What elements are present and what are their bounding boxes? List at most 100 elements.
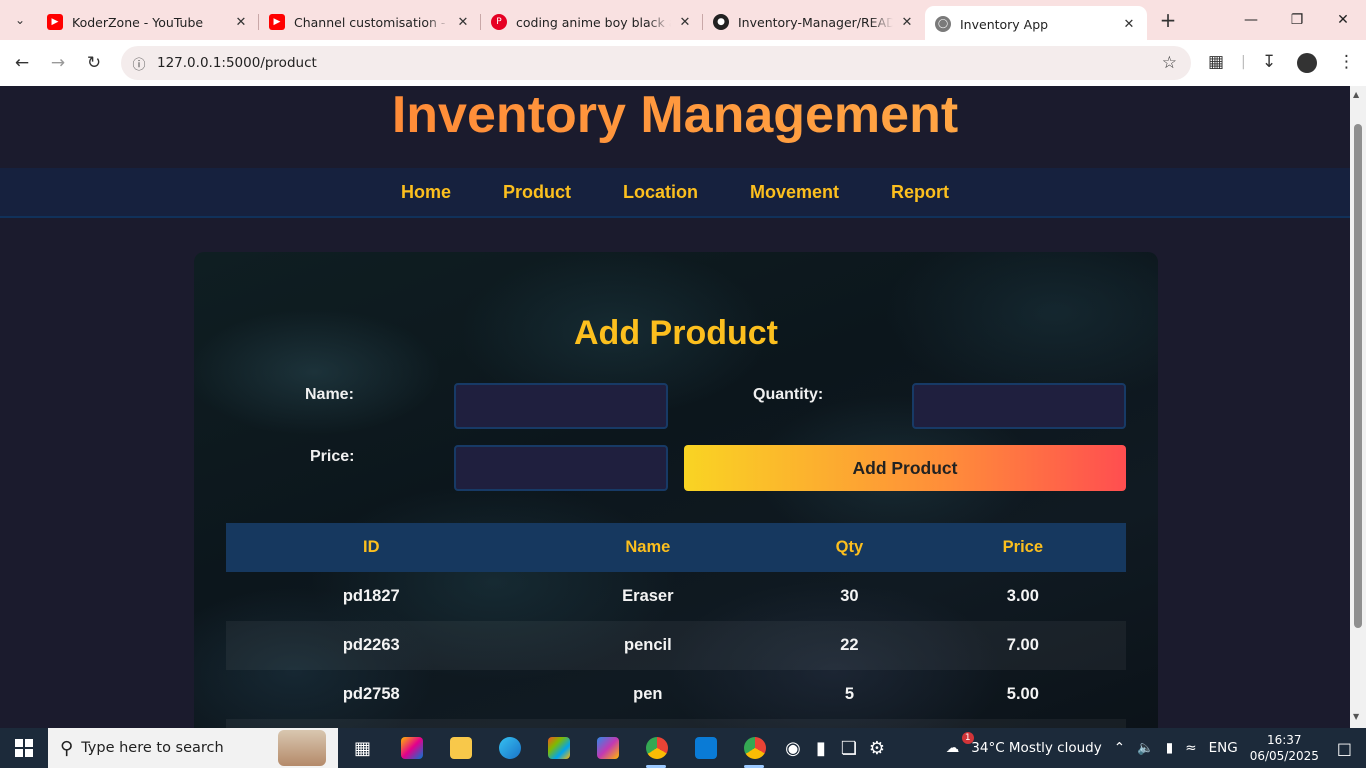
cell-qty: 5 xyxy=(844,685,854,703)
taskbar-search[interactable]: ⚲ Type here to search xyxy=(48,728,338,768)
start-button[interactable] xyxy=(0,728,48,768)
quantity-input[interactable] xyxy=(912,383,1126,429)
toolbar-divider: | xyxy=(1241,54,1246,70)
column-header-price: Price xyxy=(919,523,1126,572)
cell-qty: 22 xyxy=(779,621,920,670)
tray-chevron-up-icon[interactable]: ⌃ xyxy=(1114,740,1125,756)
globe-icon: ◯ xyxy=(935,16,951,32)
url-bar[interactable]: ⓘ 127.0.0.1:5000/product ☆ xyxy=(121,46,1191,80)
copilot-icon[interactable] xyxy=(387,728,436,768)
clock-time: 16:37 xyxy=(1266,733,1302,747)
nav-movement[interactable]: Movement xyxy=(750,182,839,203)
page-scrollbar[interactable]: ▲ ▼ xyxy=(1350,86,1366,728)
clock[interactable]: 16:37 06/05/2025 xyxy=(1250,732,1319,764)
forward-icon[interactable]: → xyxy=(40,53,76,73)
cell-id: pd2263 xyxy=(226,621,517,670)
scroll-down-icon[interactable]: ▼ xyxy=(1353,712,1359,721)
window-icon[interactable]: ❏ xyxy=(835,728,863,768)
scrollbar-thumb[interactable] xyxy=(1354,124,1362,628)
browser-tab[interactable]: ● Inventory-Manager/README.md ✕ xyxy=(703,6,925,38)
products-table: ID Name Qty Price pd1827 Eraser 30 3.00 … xyxy=(226,523,1126,728)
tab-title: Channel customisation - YouTube Studio xyxy=(294,14,449,30)
close-icon[interactable]: ✕ xyxy=(899,15,915,30)
column-header-qty: Qty xyxy=(779,523,920,572)
minimize-icon[interactable]: — xyxy=(1228,12,1274,28)
back-icon[interactable]: ← xyxy=(4,53,40,73)
search-placeholder: Type here to search xyxy=(81,740,224,756)
cell-name: pencil xyxy=(516,621,780,670)
reload-icon[interactable]: ↻ xyxy=(76,53,112,73)
tab-title: Inventory-Manager/README.md xyxy=(738,14,893,30)
site-title: Inventory Management xyxy=(0,86,1350,144)
name-input[interactable] xyxy=(454,383,668,429)
search-icon: ⚲ xyxy=(60,737,74,759)
menu-kebab-icon[interactable]: ⋮ xyxy=(1338,52,1355,72)
browser-tab-bar: ⌄ ▶ KoderZone - YouTube ✕ ▶ Channel cust… xyxy=(0,0,1366,42)
nav-home[interactable]: Home xyxy=(401,182,451,203)
task-view-icon[interactable]: ▦ xyxy=(338,728,387,768)
site-info-icon[interactable]: ⓘ xyxy=(121,54,157,73)
browser-tab[interactable]: ▶ Channel customisation - YouTube Studio… xyxy=(259,6,481,38)
weather-text[interactable]: 34°C Mostly cloudy xyxy=(971,740,1101,756)
product-card: Add Product Name: Quantity: Price: Add P… xyxy=(194,252,1158,728)
cell-qty: 30 xyxy=(840,587,859,605)
url-text[interactable]: 127.0.0.1:5000/product xyxy=(157,55,317,71)
browser-tab[interactable]: ▶ KoderZone - YouTube ✕ xyxy=(37,6,259,38)
edge-icon[interactable] xyxy=(485,728,534,768)
close-icon[interactable]: ✕ xyxy=(455,15,471,30)
battery-icon[interactable]: ▮ xyxy=(1166,740,1173,756)
close-icon[interactable]: ✕ xyxy=(233,15,249,30)
wifi-icon[interactable]: ≈ xyxy=(1185,740,1196,756)
pinterest-icon: P xyxy=(491,14,507,30)
video-icon[interactable]: ▮ xyxy=(807,728,835,768)
clock-date: 06/05/2025 xyxy=(1249,749,1319,763)
file-explorer-icon[interactable] xyxy=(436,728,485,768)
table-row: pd2263 pencil 22 7.00 xyxy=(226,621,1126,670)
notifications-icon[interactable]: □ xyxy=(1337,739,1352,758)
chrome-running-icon[interactable] xyxy=(730,728,779,768)
nav-location[interactable]: Location xyxy=(623,182,698,203)
camera-icon[interactable]: ◉ xyxy=(779,728,807,768)
name-label: Name: xyxy=(305,386,354,403)
chevron-down-icon: ⌄ xyxy=(14,13,26,27)
github-icon: ● xyxy=(713,14,729,30)
browser-tab[interactable]: P coding anime boy black and white ✕ xyxy=(481,6,703,38)
language-indicator[interactable]: ENG xyxy=(1209,740,1238,756)
chrome-icon[interactable] xyxy=(632,728,681,768)
table-header-row: ID Name Qty Price xyxy=(226,523,1126,572)
tab-search-button[interactable]: ⌄ xyxy=(3,6,37,34)
add-product-button[interactable]: Add Product xyxy=(684,445,1126,491)
scroll-up-icon[interactable]: ▲ xyxy=(1353,90,1359,99)
tab-title: coding anime boy black and white xyxy=(516,14,671,30)
download-icon[interactable]: ↧ xyxy=(1262,52,1276,72)
close-window-icon[interactable]: ✕ xyxy=(1320,12,1366,28)
windows-logo-icon xyxy=(15,739,33,757)
close-icon[interactable]: ✕ xyxy=(677,15,693,30)
form-heading: Add Product xyxy=(574,314,778,352)
column-header-name: Name xyxy=(516,523,780,572)
extensions-icon[interactable]: ▦ xyxy=(1208,52,1224,72)
youtube-icon: ▶ xyxy=(269,14,285,30)
speaker-icon[interactable]: 🔈 xyxy=(1137,740,1154,756)
price-input[interactable] xyxy=(454,445,668,491)
bookmark-star-icon[interactable]: ☆ xyxy=(1162,53,1177,73)
tab-title: KoderZone - YouTube xyxy=(72,14,204,30)
nav-report[interactable]: Report xyxy=(891,182,949,203)
profile-avatar[interactable] xyxy=(1297,53,1317,73)
m365-icon[interactable] xyxy=(583,728,632,768)
cell-name: pen xyxy=(633,685,663,703)
close-icon[interactable]: ✕ xyxy=(1121,17,1137,32)
settings-gear-icon[interactable]: ⚙ xyxy=(863,728,891,768)
cell-id: pd2758 xyxy=(342,685,400,703)
search-highlight-image xyxy=(278,730,326,766)
vscode-icon[interactable] xyxy=(681,728,730,768)
cell-id: pd1827 xyxy=(342,587,400,605)
youtube-icon: ▶ xyxy=(47,14,63,30)
system-tray: ☁ 1 34°C Mostly cloudy ⌃ 🔈 ▮ ≈ ENG 16:37 … xyxy=(940,728,1366,768)
nav-product[interactable]: Product xyxy=(503,182,571,203)
new-tab-button[interactable]: + xyxy=(1153,8,1183,32)
microsoft-store-icon[interactable] xyxy=(534,728,583,768)
browser-tab-active[interactable]: ◯ Inventory App ✕ xyxy=(925,6,1147,42)
restore-icon[interactable]: ❐ xyxy=(1274,12,1320,28)
weather-cloud-icon[interactable]: ☁ 1 xyxy=(946,732,974,756)
